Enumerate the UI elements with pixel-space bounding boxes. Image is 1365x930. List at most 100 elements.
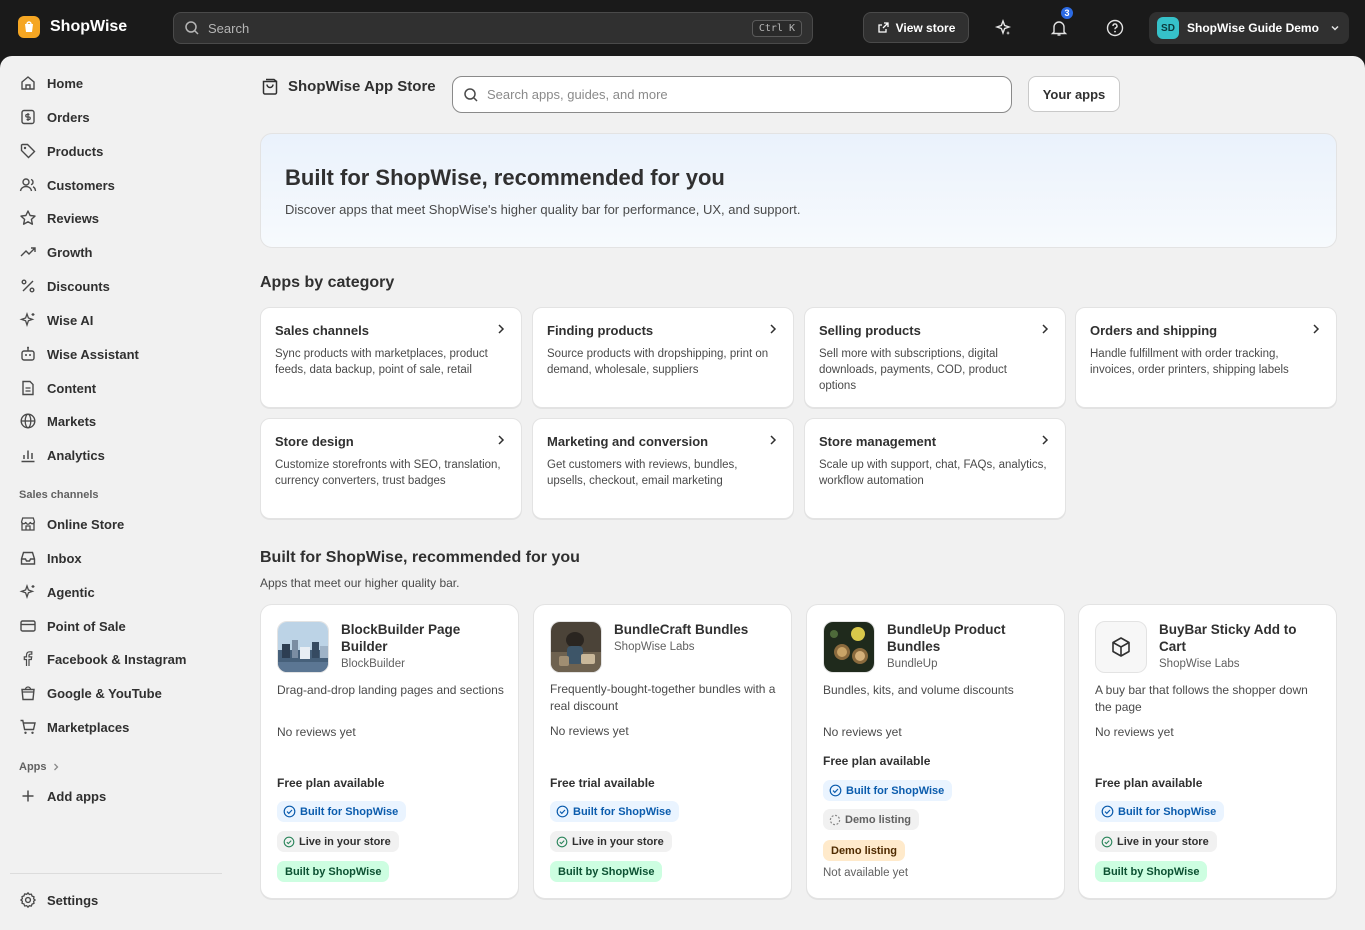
apps-heading[interactable]: Apps [19, 761, 61, 773]
app-pricing: Free plan available [823, 754, 931, 768]
search-placeholder: Search [208, 20, 250, 36]
sidebar-item-marketplaces[interactable]: Marketplaces [10, 712, 222, 742]
global-search-input[interactable]: Search Ctrl K [173, 12, 813, 44]
brand-name: ShopWise [50, 18, 128, 35]
sidebar-item-label: Orders [47, 109, 90, 125]
category-title: Marketing and conversion [547, 434, 709, 449]
chevron-down-icon [1329, 22, 1341, 34]
sidebar-item-point-of-sale[interactable]: Point of Sale [10, 611, 222, 641]
app-card-bundleup[interactable]: BundleUp Product Bundles BundleUp Bundle… [806, 604, 1065, 899]
view-store-button[interactable]: View store [863, 12, 969, 43]
sparkle-icon[interactable] [989, 14, 1017, 42]
app-description: Drag-and-drop landing pages and sections [277, 683, 504, 697]
category-card-orders-shipping[interactable]: Orders and shipping Handle fulfillment w… [1075, 307, 1337, 408]
cube-icon [1095, 621, 1147, 673]
category-card-selling-products[interactable]: Selling products Sell more with subscrip… [804, 307, 1066, 408]
sales-channels-heading: Sales channels [19, 489, 99, 501]
sidebar-item-label: Marketplaces [47, 719, 130, 735]
sidebar-item-label: Discounts [47, 278, 110, 294]
app-developer: ShopWise Labs [614, 641, 695, 653]
check-circle-icon [1101, 805, 1114, 818]
sidebar-item-growth[interactable]: Growth [10, 237, 222, 267]
sidebar-item-facebook-instagram[interactable]: Facebook & Instagram [10, 644, 222, 674]
search-icon [184, 20, 200, 36]
app-search-input[interactable]: Search apps, guides, and more [452, 76, 1012, 113]
sidebar-item-wise-ai[interactable]: Wise AI [10, 305, 222, 335]
built-for-badge-label: Built for ShopWise [1118, 805, 1217, 818]
live-badge: Live in your store [277, 831, 399, 852]
store-name: ShopWise Guide Demo [1187, 21, 1319, 35]
sidebar-item-products[interactable]: Products [10, 136, 222, 166]
sidebar-item-wise-assistant[interactable]: Wise Assistant [10, 339, 222, 369]
built-for-badge: Built for ShopWise [1095, 801, 1225, 822]
chevron-right-icon [767, 434, 779, 446]
category-title: Selling products [819, 323, 921, 338]
live-badge-label: Live in your store [572, 835, 664, 848]
recommended-heading: Built for ShopWise, recommended for you [260, 549, 580, 566]
page-title: ShopWise App Store [288, 77, 436, 95]
app-card-bundlecraft[interactable]: BundleCraft Bundles ShopWise Labs Freque… [533, 604, 792, 899]
sidebar-item-markets[interactable]: Markets [10, 406, 222, 436]
sidebar-item-settings[interactable]: Settings [10, 885, 222, 915]
check-circle-icon [556, 805, 569, 818]
app-developer: BlockBuilder [341, 658, 405, 670]
app-name: BlockBuilder Page Builder [341, 622, 461, 654]
app-thumbnail-image [550, 621, 602, 673]
chevron-right-icon [767, 323, 779, 335]
check-circle-icon [283, 805, 296, 818]
category-description: Scale up with support, chat, FAQs, analy… [819, 459, 1047, 487]
gear-icon [18, 890, 38, 910]
demo-listing-tag: Demo listing [823, 840, 906, 861]
sidebar-item-google-youtube[interactable]: Google & YouTube [10, 678, 222, 708]
notifications-bell-icon[interactable]: 3 [1045, 6, 1074, 42]
sidebar: Home Orders Products Customers Reviews G… [0, 56, 232, 930]
categories-heading: Apps by category [260, 274, 395, 291]
sidebar-item-analytics[interactable]: Analytics [10, 440, 222, 470]
app-card-buybar[interactable]: BuyBar Sticky Add to Cart ShopWise Labs … [1078, 604, 1337, 899]
category-description: Source products with dropshipping, print… [547, 348, 769, 376]
sidebar-item-label: Products [47, 143, 104, 159]
app-description: A buy bar that follows the shopper down … [1095, 683, 1308, 714]
sidebar-item-discounts[interactable]: Discounts [10, 271, 222, 301]
category-title: Store management [819, 434, 937, 449]
sidebar-item-home[interactable]: Home [10, 68, 222, 98]
facebook-icon [18, 649, 38, 669]
help-icon[interactable] [1101, 14, 1129, 42]
sidebar-item-orders[interactable]: Orders [10, 102, 222, 132]
sidebar-item-content[interactable]: Content [10, 373, 222, 403]
keyboard-shortcut: Ctrl K [751, 19, 802, 37]
sidebar-item-online-store[interactable]: Online Store [10, 509, 222, 539]
category-card-store-design[interactable]: Store design Customize storefronts with … [260, 418, 522, 519]
chevron-right-icon [51, 762, 61, 772]
sidebar-item-agentic[interactable]: Agentic [10, 577, 222, 607]
hero-title: Built for ShopWise, recommended for you [285, 165, 725, 190]
store-switcher[interactable]: SD ShopWise Guide Demo [1149, 12, 1349, 44]
built-for-badge-label: Built for ShopWise [573, 805, 672, 818]
bag-icon [18, 683, 38, 703]
app-reviews: No reviews yet [823, 725, 902, 739]
chevron-right-icon [1039, 434, 1051, 446]
built-for-badge: Built for ShopWise [550, 801, 680, 822]
category-card-finding-products[interactable]: Finding products Source products with dr… [532, 307, 794, 408]
external-link-icon [877, 21, 890, 34]
category-card-store-management[interactable]: Store management Scale up with support, … [804, 418, 1066, 519]
store-icon [18, 514, 38, 534]
sidebar-item-label: Home [47, 75, 84, 91]
brand[interactable]: ShopWise [18, 16, 127, 38]
orders-icon [18, 107, 38, 127]
sidebar-item-reviews[interactable]: Reviews [10, 203, 222, 233]
add-apps-button[interactable]: Add apps [10, 781, 222, 811]
chevron-right-icon [495, 323, 507, 335]
demo-listing-badge: Demo listing [823, 809, 920, 830]
view-store-label: View store [895, 20, 956, 35]
sidebar-item-inbox[interactable]: Inbox [10, 543, 222, 573]
sidebar-item-label: Growth [47, 244, 93, 260]
category-card-marketing-conversion[interactable]: Marketing and conversion Get customers w… [532, 418, 794, 519]
category-card-sales-channels[interactable]: Sales channels Sync products with market… [260, 307, 522, 408]
live-badge: Live in your store [550, 831, 672, 852]
app-card-blockbuilder[interactable]: BlockBuilder Page Builder BlockBuilder D… [260, 604, 519, 899]
sidebar-item-customers[interactable]: Customers [10, 170, 222, 200]
app-reviews: No reviews yet [550, 724, 629, 738]
your-apps-button[interactable]: Your apps [1028, 76, 1120, 112]
plus-icon [18, 786, 38, 806]
